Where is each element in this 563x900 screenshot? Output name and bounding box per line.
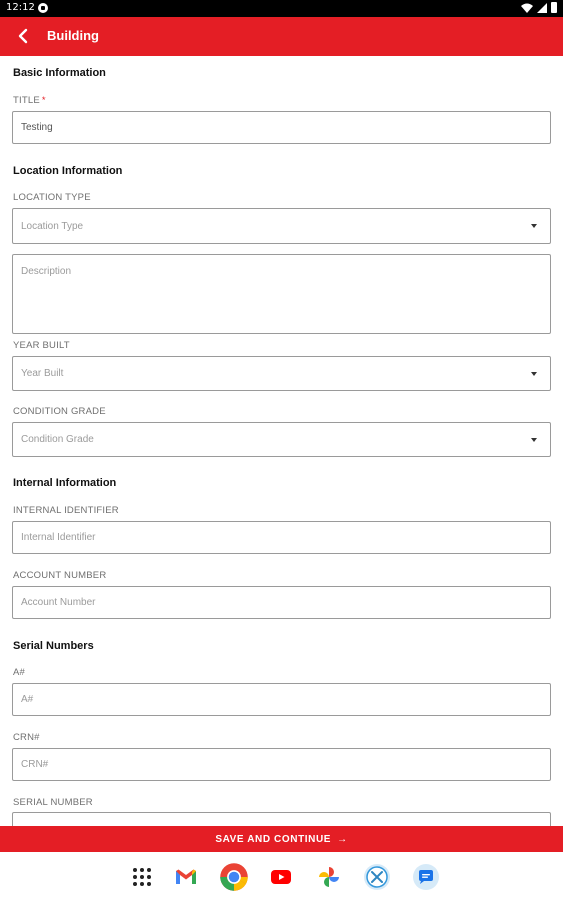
a-number-label: A#	[13, 667, 26, 678]
signal-icon	[537, 2, 547, 13]
app-icon[interactable]	[363, 863, 391, 891]
title-label: TITLE *	[13, 95, 46, 106]
location-type-label: LOCATION TYPE	[13, 192, 91, 203]
year-built-placeholder: Year Built	[21, 368, 64, 379]
status-bar: 12:12	[0, 0, 563, 17]
dropdown-arrow-icon	[531, 371, 537, 376]
chrome-icon[interactable]	[219, 862, 249, 892]
description-field[interactable]: Description	[12, 254, 551, 334]
section-internal-information: Internal Information	[13, 477, 117, 489]
dropdown-arrow-icon	[531, 437, 537, 442]
description-placeholder: Description	[21, 266, 72, 277]
a-number-placeholder: A#	[21, 694, 34, 705]
save-and-continue-button[interactable]: SAVE AND CONTINUE →	[0, 826, 563, 852]
year-built-select[interactable]: Year Built	[12, 356, 551, 391]
status-time: 12:12	[6, 2, 35, 13]
wifi-icon	[521, 3, 533, 13]
internal-identifier-field[interactable]: Internal Identifier	[12, 521, 551, 554]
section-location-information: Location Information	[13, 165, 123, 177]
year-built-label: YEAR BUILT	[13, 340, 70, 351]
section-serial-numbers: Serial Numbers	[13, 640, 94, 652]
back-arrow-icon[interactable]	[14, 26, 34, 46]
app-drawer-icon[interactable]	[130, 865, 154, 889]
title-label-text: TITLE	[13, 95, 40, 106]
a-number-field[interactable]: A#	[12, 683, 551, 716]
messages-icon[interactable]	[412, 863, 440, 891]
status-icons	[521, 2, 557, 13]
condition-grade-label: CONDITION GRADE	[13, 406, 106, 417]
internal-identifier-label: INTERNAL IDENTIFIER	[13, 505, 119, 516]
serial-number-label: SERIAL NUMBER	[13, 797, 93, 808]
internal-identifier-placeholder: Internal Identifier	[21, 532, 96, 543]
app-dock	[0, 852, 563, 900]
title-field[interactable]: Testing	[12, 111, 551, 144]
form-content[interactable]: Basic Information TITLE * Testing Locatio…	[0, 56, 563, 826]
notification-icon	[38, 3, 48, 13]
account-number-placeholder: Account Number	[21, 597, 96, 608]
location-type-placeholder: Location Type	[21, 221, 84, 232]
youtube-icon[interactable]	[269, 865, 293, 889]
dropdown-arrow-icon	[531, 224, 537, 228]
required-indicator: *	[41, 95, 46, 106]
app-bar: Building	[0, 17, 563, 56]
page-title: Building	[47, 28, 99, 43]
account-number-field[interactable]: Account Number	[12, 586, 551, 619]
account-number-label: ACCOUNT NUMBER	[13, 570, 107, 581]
location-type-select[interactable]: Location Type	[12, 208, 551, 244]
photos-icon[interactable]	[317, 865, 341, 889]
gmail-icon[interactable]	[174, 865, 198, 889]
crn-number-placeholder: CRN#	[21, 759, 49, 770]
arrow-right-icon: →	[337, 833, 348, 845]
crn-number-field[interactable]: CRN#	[12, 748, 551, 781]
title-value: Testing	[21, 122, 53, 133]
serial-number-field[interactable]	[12, 812, 551, 826]
condition-grade-placeholder: Condition Grade	[21, 434, 94, 445]
section-basic-information: Basic Information	[13, 67, 106, 79]
crn-number-label: CRN#	[13, 732, 40, 743]
save-and-continue-label: SAVE AND CONTINUE	[215, 833, 332, 845]
condition-grade-select[interactable]: Condition Grade	[12, 422, 551, 457]
battery-icon	[551, 2, 557, 13]
